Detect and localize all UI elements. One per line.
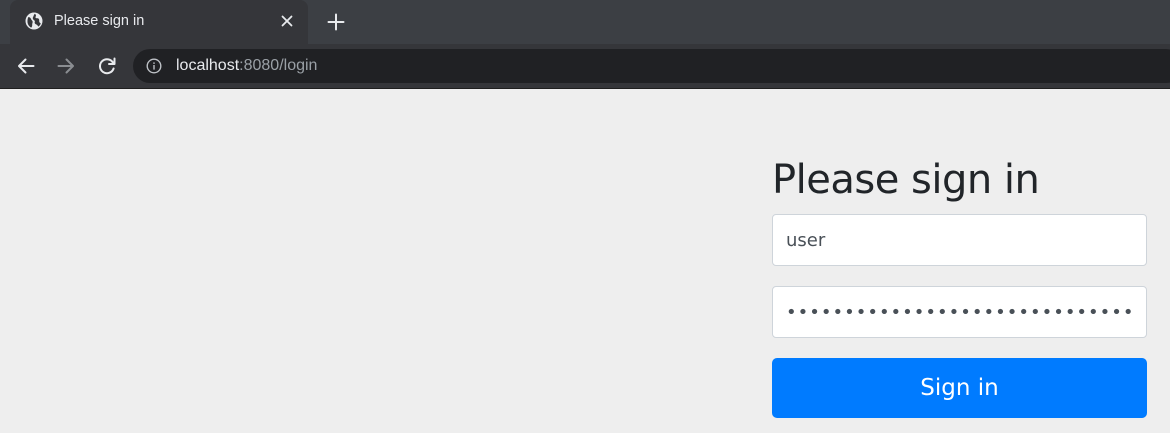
- globe-icon: [25, 12, 43, 30]
- reload-icon[interactable]: [95, 54, 119, 78]
- info-icon[interactable]: [146, 58, 162, 74]
- url-path: :8080/login: [239, 57, 318, 74]
- username-input[interactable]: [772, 214, 1147, 266]
- sign-in-button[interactable]: Sign in: [772, 358, 1147, 418]
- browser-toolbar: localhost:8080/login: [0, 44, 1170, 88]
- arrow-right-icon[interactable]: [54, 54, 78, 78]
- browser-tab[interactable]: Please sign in: [10, 0, 308, 44]
- tab-title: Please sign in: [54, 13, 145, 29]
- password-input[interactable]: [772, 286, 1147, 338]
- address-url[interactable]: localhost:8080/login: [176, 49, 317, 83]
- address-bar[interactable]: localhost:8080/login: [133, 49, 1170, 83]
- close-icon[interactable]: [278, 12, 296, 30]
- arrow-left-icon[interactable]: [14, 54, 38, 78]
- page-content: Please sign in Sign in: [0, 89, 1170, 433]
- url-host: localhost: [176, 57, 240, 74]
- plus-icon[interactable]: [324, 10, 348, 34]
- browser-tab-strip: Please sign in: [0, 0, 1170, 44]
- page-title: Please sign in: [772, 157, 1040, 203]
